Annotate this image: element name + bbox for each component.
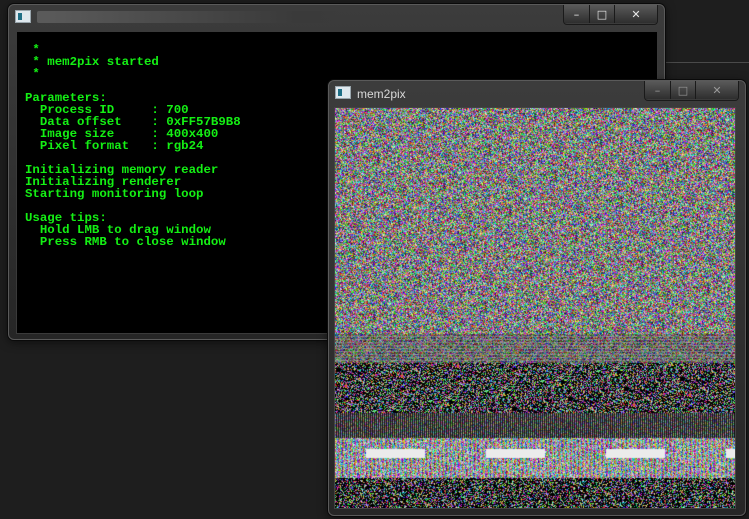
- console-title-bar[interactable]: – □ ✕: [9, 5, 664, 31]
- maximize-button[interactable]: □: [589, 5, 614, 23]
- console-line: * mem2pix started: [32, 55, 159, 69]
- close-button[interactable]: ✕: [614, 5, 657, 23]
- viewer-close-button[interactable]: ✕: [695, 81, 738, 99]
- viewer-minimize-button[interactable]: –: [645, 81, 670, 99]
- minimize-button[interactable]: –: [564, 5, 589, 23]
- console-app-icon: [15, 10, 31, 23]
- memory-pixel-view[interactable]: [334, 107, 736, 509]
- viewer-caption-buttons: – □ ✕: [644, 81, 739, 101]
- viewer-maximize-button[interactable]: □: [670, 81, 695, 99]
- console-line: Press RMB to close window: [39, 235, 226, 249]
- mem2pix-viewer-window[interactable]: mem2pix – □ ✕: [328, 80, 746, 516]
- viewer-title-bar[interactable]: mem2pix – □ ✕: [329, 81, 745, 107]
- viewer-window-title: mem2pix: [357, 87, 406, 101]
- console-line: Starting monitoring loop: [25, 187, 204, 201]
- console-line: *: [32, 67, 40, 81]
- desktop-background-line: [660, 62, 749, 63]
- memory-pixel-canvas[interactable]: [335, 108, 735, 508]
- viewer-app-icon: [335, 86, 351, 99]
- console-line: Pixel format : rgb24: [39, 139, 204, 153]
- console-caption-buttons: – □ ✕: [563, 5, 658, 25]
- console-window-title: [37, 11, 343, 23]
